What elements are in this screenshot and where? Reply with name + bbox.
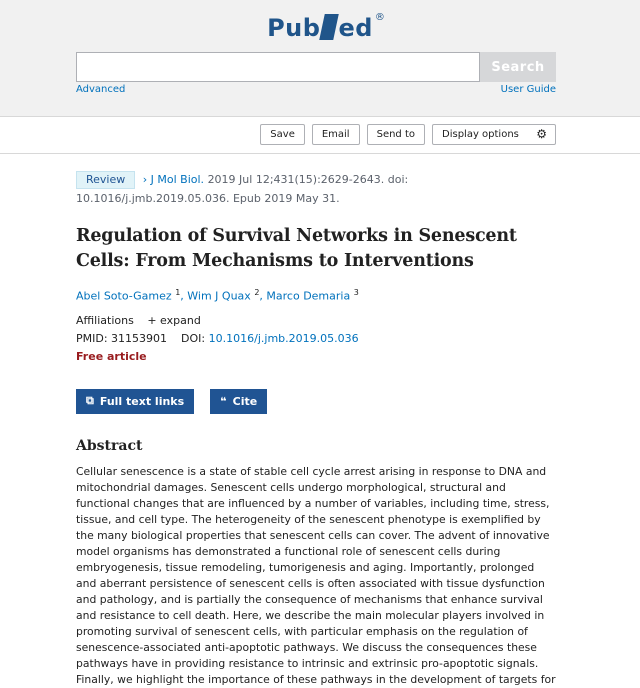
- expand-label: expand: [160, 313, 201, 327]
- pubmed-logo[interactable]: Pub ed ®: [0, 12, 640, 48]
- identifiers-row: PMID: 31153901 DOI: 10.1016/j.jmb.2019.0…: [76, 330, 556, 348]
- search-button[interactable]: Search: [480, 52, 556, 82]
- abstract-text: Cellular senescence is a state of stable…: [76, 464, 556, 686]
- send-to-button[interactable]: Send to: [366, 124, 425, 145]
- plus-icon: +: [147, 313, 157, 327]
- header: Pub ed ® Search Advanced User Guide: [0, 0, 640, 117]
- email-button[interactable]: Email: [311, 124, 360, 145]
- registered-mark: ®: [374, 12, 385, 23]
- full-text-links-label: Full text links: [99, 394, 185, 408]
- affiliations-row: Affiliations + expand: [76, 312, 556, 330]
- expand-affiliations-button[interactable]: + expand: [147, 314, 200, 327]
- chevron-right-icon: ›: [142, 173, 148, 186]
- search-input[interactable]: [76, 52, 480, 82]
- author-link[interactable]: Wim J Quax: [187, 290, 251, 303]
- doi-link[interactable]: 10.1016/j.jmb.2019.05.036: [209, 332, 359, 345]
- article-title: Regulation of Survival Networks in Senes…: [76, 226, 517, 271]
- logo-mark-icon: [319, 14, 340, 40]
- pmid-label: PMID:: [76, 331, 108, 345]
- author-link[interactable]: Marco Demaria: [266, 290, 350, 303]
- cite-label: Cite: [232, 394, 258, 408]
- author-list: Abel Soto-Gamez 1, Wim J Quax 2, Marco D…: [76, 288, 359, 303]
- full-text-links-button[interactable]: ⧉ Full text links: [76, 388, 195, 414]
- cite-button[interactable]: ❝ Cite: [210, 388, 268, 414]
- affiliations-label: Affiliations: [76, 313, 134, 327]
- citation: Review › J Mol Biol. 2019 Jul 12;431(15)…: [76, 170, 556, 208]
- display-options-button[interactable]: Display options ⚙: [432, 124, 556, 145]
- affiliation-number[interactable]: 1: [175, 288, 180, 297]
- save-button[interactable]: Save: [260, 124, 305, 145]
- logo-text-right: ed: [338, 14, 373, 42]
- abstract-heading: Abstract: [76, 437, 143, 454]
- logo-text-left: Pub: [267, 14, 321, 42]
- review-badge: Review: [76, 171, 136, 189]
- search-bar: Search: [76, 52, 556, 82]
- free-article-label: Free article: [76, 349, 147, 363]
- doi-label: DOI:: [181, 331, 206, 345]
- affiliation-number[interactable]: 2: [254, 288, 259, 297]
- article-action-buttons: ⧉ Full text links ❝ Cite: [76, 388, 556, 414]
- affiliation-number[interactable]: 3: [354, 288, 359, 297]
- user-guide-link[interactable]: User Guide: [501, 84, 556, 95]
- gear-icon: ⚙: [536, 127, 547, 141]
- author-link[interactable]: Abel Soto-Gamez: [76, 290, 172, 303]
- action-bar: Save Email Send to Display options ⚙: [0, 117, 640, 154]
- journal-link[interactable]: J Mol Biol.: [151, 173, 204, 186]
- external-link-icon: ⧉: [86, 394, 94, 408]
- quote-icon: ❝: [220, 394, 227, 408]
- pmid-value: 31153901: [111, 331, 168, 345]
- article-content: Review › J Mol Biol. 2019 Jul 12;431(15)…: [76, 170, 556, 688]
- display-options-label: Display options: [442, 129, 519, 140]
- advanced-search-link[interactable]: Advanced: [76, 84, 125, 95]
